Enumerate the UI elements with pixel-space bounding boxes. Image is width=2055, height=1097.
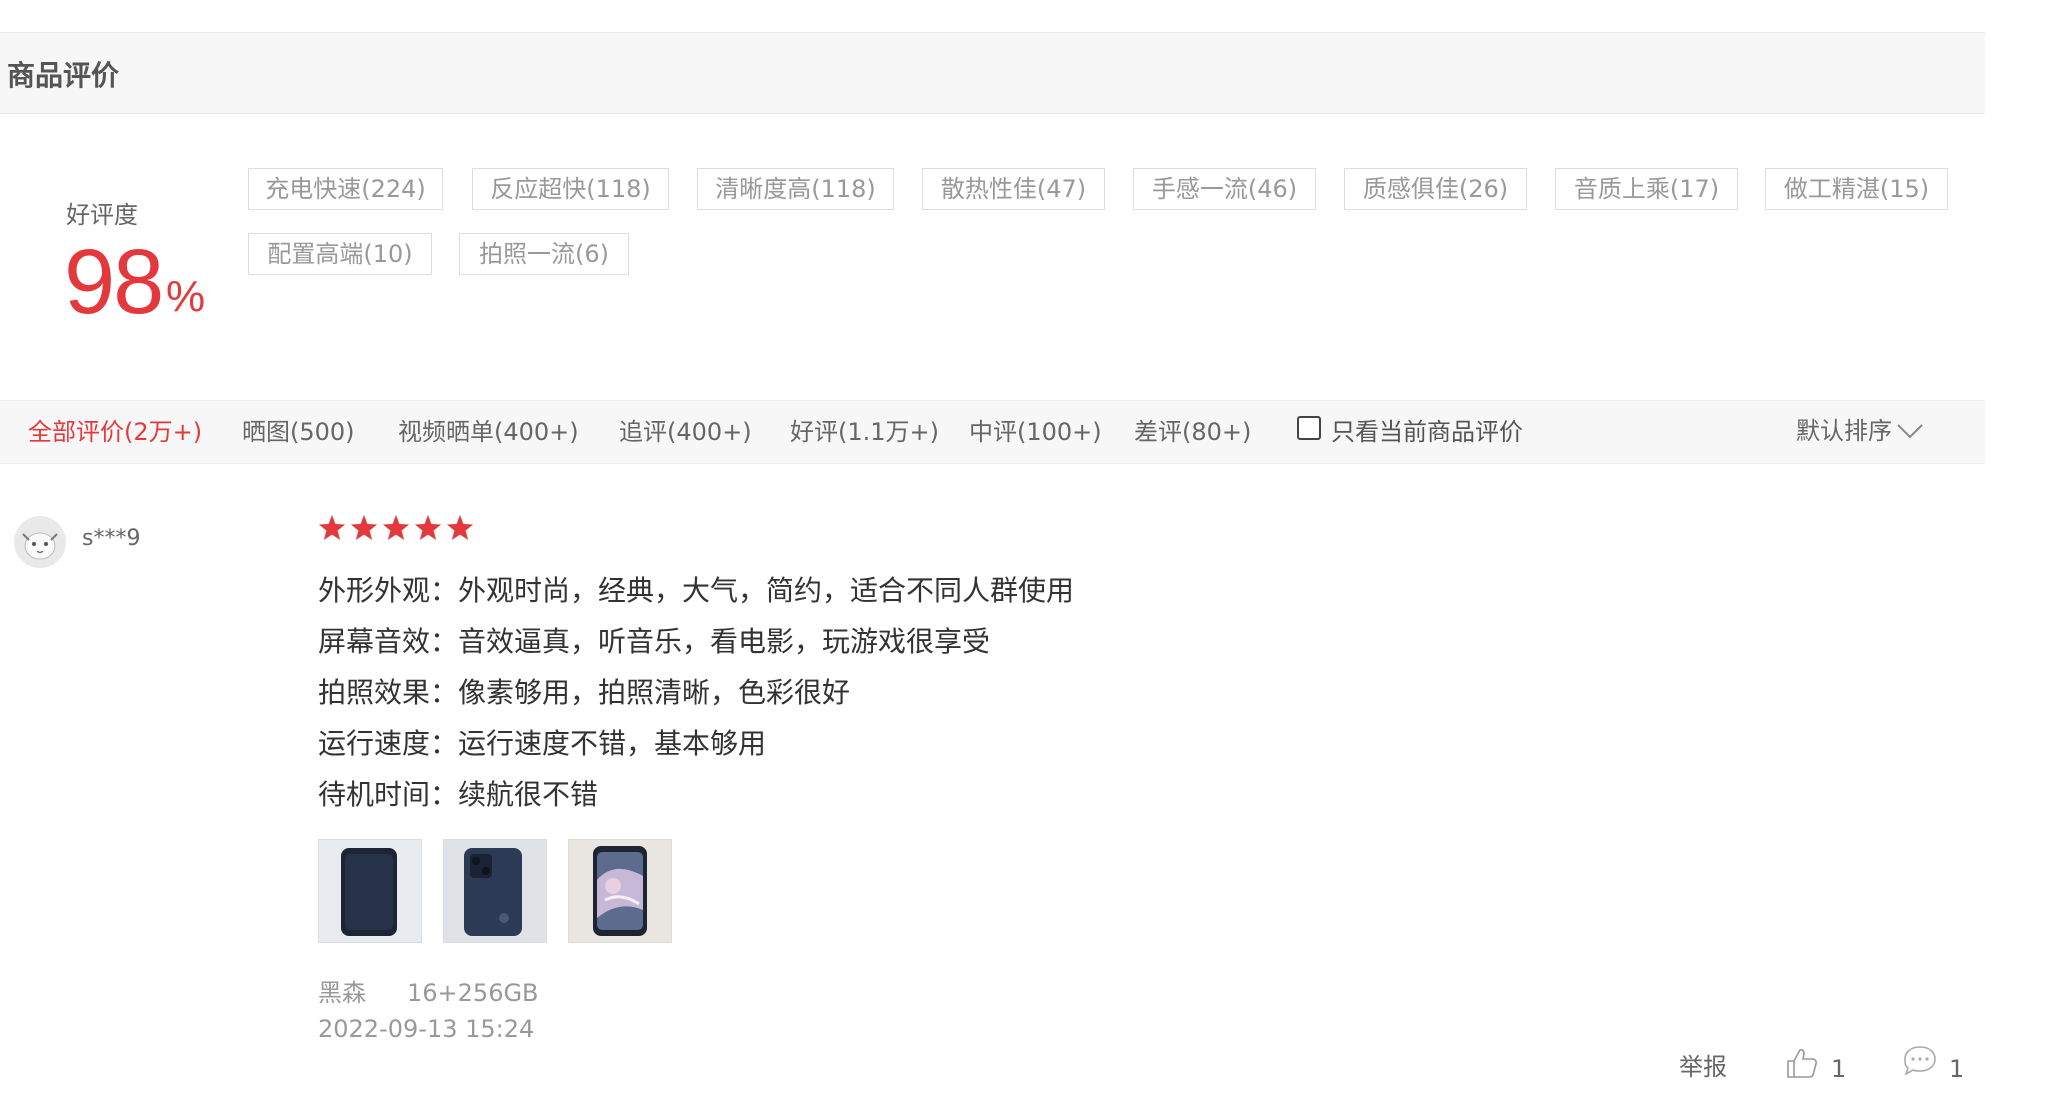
review-date: 2022-09-13 15:24	[318, 1015, 535, 1043]
tag-chip[interactable]: 散热性佳(47)	[922, 168, 1105, 210]
rating-label: 好评度	[66, 201, 138, 229]
variant-spec: 16+256GB	[407, 979, 539, 1007]
section-header	[0, 32, 1985, 114]
filter-tab-videos[interactable]: 视频晒单(400+)	[398, 415, 579, 449]
review-photo-thumbnail[interactable]	[568, 839, 672, 943]
filter-tab-all[interactable]: 全部评价(2万+)	[28, 415, 202, 449]
tag-chip[interactable]: 质感俱佳(26)	[1344, 168, 1527, 210]
review-photo-thumbnail[interactable]	[443, 839, 547, 943]
only-current-label[interactable]: 只看当前商品评价	[1331, 415, 1523, 449]
thumbs-up-icon[interactable]	[1785, 1046, 1819, 1080]
filter-tab-photos[interactable]: 晒图(500)	[242, 415, 355, 449]
star-icon	[319, 515, 473, 540]
tag-chip[interactable]: 充电快速(224)	[248, 168, 443, 210]
like-count: 1	[1831, 1055, 1847, 1083]
tag-chip[interactable]: 手感一流(46)	[1133, 168, 1316, 210]
sort-dropdown[interactable]: 默认排序	[1796, 414, 1892, 448]
only-current-checkbox[interactable]	[1297, 416, 1321, 440]
comment-icon[interactable]	[1902, 1044, 1938, 1078]
tag-chip[interactable]: 配置高端(10)	[248, 233, 432, 275]
filter-tab-followup[interactable]: 追评(400+)	[619, 415, 752, 449]
tag-chip[interactable]: 音质上乘(17)	[1555, 168, 1738, 210]
tag-chip[interactable]: 做工精湛(15)	[1765, 168, 1948, 210]
avatar[interactable]	[14, 516, 66, 568]
tag-chip[interactable]: 反应超快(118)	[472, 168, 669, 210]
username[interactable]: s***9	[82, 523, 140, 555]
review-line: 拍照效果：像素够用，拍照清晰，色彩很好	[318, 676, 851, 709]
comment-count: 1	[1949, 1055, 1965, 1083]
review-line: 待机时间：续航很不错	[318, 778, 599, 811]
review-line: 屏幕音效：音效逼真，听音乐，看电影，玩游戏很享受	[318, 625, 991, 658]
rating-unit: %	[166, 272, 206, 321]
star-rating	[319, 515, 473, 540]
review-line: 运行速度：运行速度不错，基本够用	[318, 727, 767, 760]
tag-chip[interactable]: 清晰度高(118)	[697, 168, 894, 210]
section-title: 商品评价	[7, 59, 120, 92]
chevron-down-icon[interactable]	[1896, 420, 1924, 442]
variant-color: 黑森	[318, 979, 366, 1007]
filter-tab-positive[interactable]: 好评(1.1万+)	[790, 415, 939, 449]
review-photo-thumbnail[interactable]	[318, 839, 422, 943]
report-link[interactable]: 举报	[1679, 1050, 1727, 1084]
filter-tab-neutral[interactable]: 中评(100+)	[969, 415, 1102, 449]
filter-tab-negative[interactable]: 差评(80+)	[1134, 415, 1251, 449]
review-line: 外形外观：外观时尚，经典，大气，简约，适合不同人群使用	[318, 574, 1075, 607]
tag-chip[interactable]: 拍照一流(6)	[459, 233, 629, 275]
rating-value: 98	[64, 231, 164, 333]
